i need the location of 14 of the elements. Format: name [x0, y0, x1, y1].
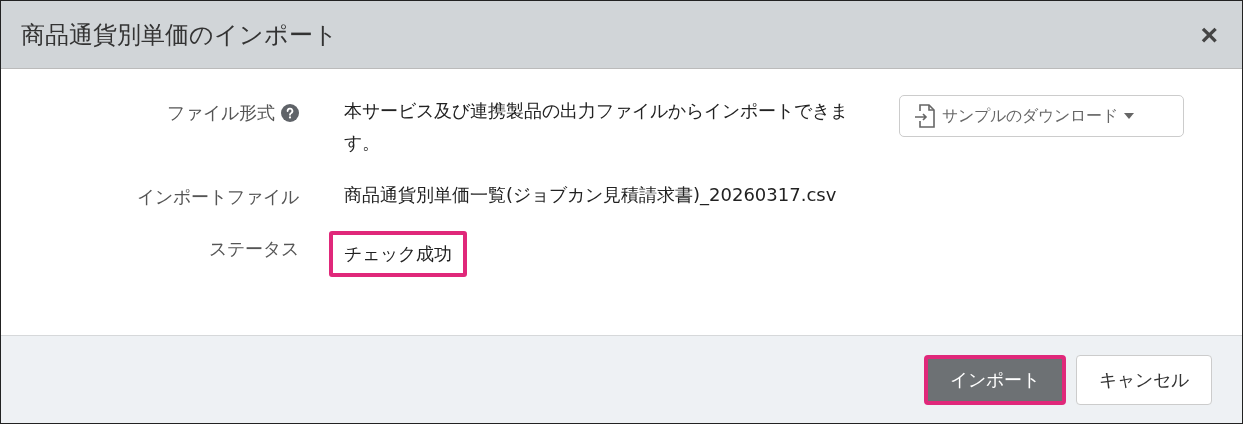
field-label: ステータス	[209, 237, 299, 261]
caret-icon	[1124, 113, 1134, 119]
close-button[interactable]: ×	[1196, 19, 1222, 50]
field-value: 本サービス及び連携製品の出力ファイルからインポートできます。	[343, 99, 849, 155]
field-value: 商品通貨別単価一覧(ジョブカン見積請求書)_20260317.csv	[343, 183, 838, 208]
help-icon[interactable]	[281, 104, 299, 122]
file-import-icon	[914, 103, 936, 129]
import-button[interactable]: インポート	[924, 354, 1066, 405]
field-label: ファイル形式	[167, 101, 275, 125]
cancel-button[interactable]: キャンセル	[1076, 354, 1212, 405]
sample-download-button[interactable]: サンプルのダウンロード	[899, 95, 1184, 137]
field-label: インポートファイル	[137, 185, 299, 209]
dialog-title: 商品通貨別単価のインポート	[21, 19, 338, 51]
field-value: チェック成功	[329, 231, 467, 277]
